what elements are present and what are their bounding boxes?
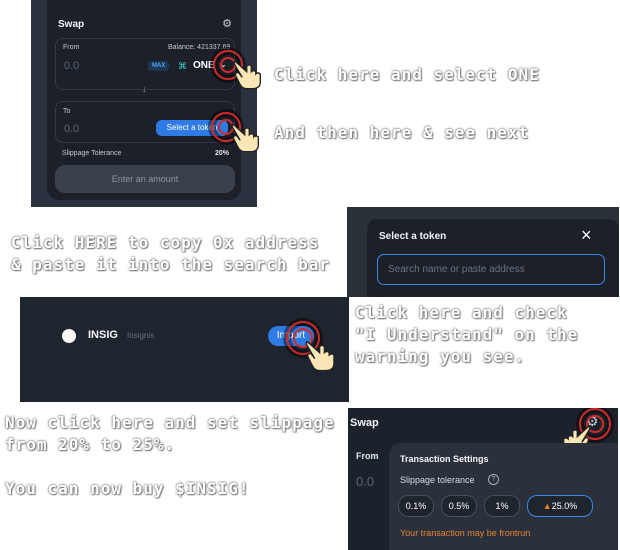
- import-token-panel: INSIG Insignis Import: [20, 297, 349, 402]
- from-amount-input[interactable]: 0.0: [356, 474, 374, 489]
- slippage-option-0.5[interactable]: 0.5%: [441, 495, 477, 517]
- custom-slippage-suffix: %: [569, 501, 578, 511]
- swap-title: Swap: [58, 19, 85, 30]
- select-token-modal: Select a token × Search name or paste ad…: [367, 219, 619, 297]
- instruction-caption: And then here & see next: [274, 123, 530, 142]
- frontrun-warning: Your transaction may be frontrun: [400, 528, 531, 538]
- transaction-settings-panel: Swap ⚙ From 0.0 Transaction Settings Sli…: [348, 408, 618, 550]
- token-search-placeholder: Search name or paste address: [388, 264, 525, 275]
- from-label: From: [356, 451, 379, 461]
- slippage-tolerance-label: Slippage tolerance: [400, 475, 475, 485]
- select-token-label: Select a token: [166, 123, 218, 132]
- harmony-token-icon: ⌘: [178, 61, 187, 71]
- instruction-caption: Click here and check "I Understand" on t…: [355, 303, 579, 366]
- from-label: From: [63, 44, 80, 51]
- custom-slippage-value: 25.0: [551, 501, 570, 511]
- settings-title: Transaction Settings: [400, 454, 489, 464]
- help-icon[interactable]: ?: [488, 474, 499, 485]
- token-logo: [62, 329, 76, 343]
- to-field: To 0.0 Select a token: [55, 101, 235, 143]
- select-token-title: Select a token: [379, 231, 447, 242]
- slippage-option-1[interactable]: 1%: [484, 495, 520, 517]
- swap-title: Swap: [350, 417, 379, 429]
- from-token-symbol[interactable]: ONE: [193, 60, 215, 71]
- instruction-caption: Click here and select ONE: [274, 65, 540, 84]
- from-field: From Balance: 421337.69 0.0 MAX ⌘ ONE ⌄: [55, 38, 235, 90]
- gear-icon[interactable]: ⚙: [221, 18, 233, 30]
- balance-text: Balance: 421337.69: [168, 44, 231, 51]
- from-amount-input[interactable]: 0.0: [64, 60, 79, 72]
- token-name: Insignis: [127, 331, 155, 340]
- enter-amount-button[interactable]: Enter an amount: [55, 165, 235, 193]
- to-amount-input[interactable]: 0.0: [64, 123, 79, 135]
- slippage-value: 20%: [215, 150, 230, 157]
- swap-panel: Swap ⚙ From Balance: 421337.69 0.0 MAX ⌘…: [31, 0, 257, 207]
- token-symbol: INSIG: [88, 329, 118, 341]
- select-token-panel: Select a token × Search name or paste ad…: [347, 207, 619, 297]
- max-button[interactable]: MAX: [148, 61, 170, 71]
- pointing-hand-icon: [233, 60, 262, 90]
- settings-card: Transaction Settings Slippage tolerance …: [389, 443, 618, 550]
- instruction-caption: Click HERE to copy 0x address & paste it…: [11, 233, 330, 274]
- instruction-caption: You can now buy $INSIG!: [5, 479, 250, 498]
- instruction-caption: Now click here and set slippage from 20%…: [5, 413, 335, 454]
- swap-direction-arrow-icon[interactable]: ↓: [142, 84, 147, 94]
- slippage-label: Slippage Tolerance: [62, 150, 122, 157]
- to-label: To: [63, 108, 71, 115]
- token-search-input[interactable]: Search name or paste address: [377, 254, 605, 285]
- close-icon[interactable]: ×: [581, 225, 592, 246]
- slippage-option-0.1[interactable]: 0.1%: [398, 495, 434, 517]
- warning-icon: ▲: [542, 501, 552, 511]
- pointing-hand-icon: [231, 123, 260, 153]
- custom-slippage-input[interactable]: ▲25.0%: [527, 495, 593, 517]
- enter-amount-label: Enter an amount: [111, 174, 179, 184]
- pointing-hand-icon: [305, 340, 335, 372]
